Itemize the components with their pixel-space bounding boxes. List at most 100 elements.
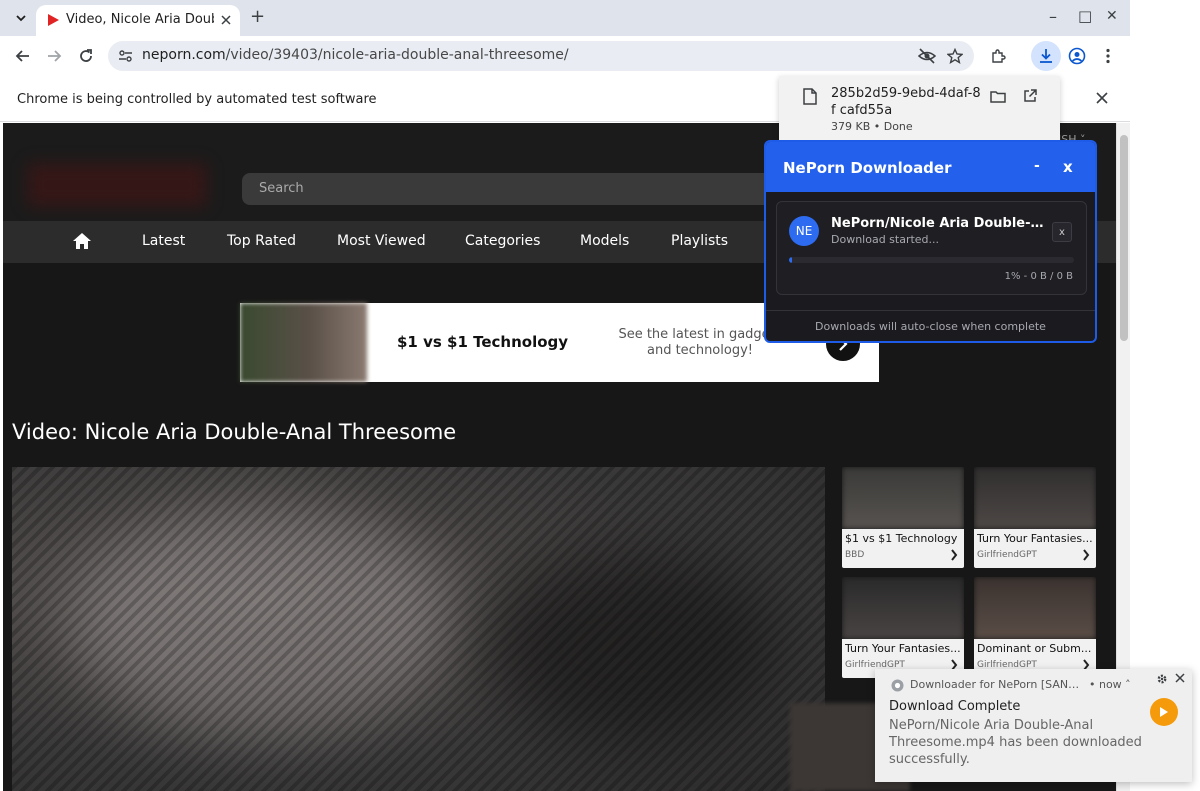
open-external-icon[interactable] bbox=[1023, 89, 1037, 103]
divider bbox=[766, 310, 1095, 311]
url-path: /video/39403/nicole-aria-double-anal-thr… bbox=[225, 47, 569, 63]
tab-strip: Video, Nicole Aria Double-Anal Threesome… bbox=[0, 0, 1132, 36]
related-title: Turn Your Fantasies... bbox=[977, 532, 1093, 545]
tab-search-button[interactable] bbox=[8, 6, 34, 30]
reload-icon bbox=[80, 49, 92, 62]
related-video-card[interactable]: Dominant or Subm... GirlfriendGPT bbox=[974, 577, 1096, 678]
related-caption: Turn Your Fantasies... GirlfriendGPT bbox=[974, 529, 1096, 568]
downloads-button[interactable] bbox=[1031, 41, 1061, 71]
related-caption: $1 vs $1 Technology BBD bbox=[842, 529, 964, 568]
account-circle-icon bbox=[1068, 47, 1086, 65]
notification-body: NePorn/Nicole Aria Double-Anal Threesome… bbox=[889, 718, 1142, 767]
related-title: $1 vs $1 Technology bbox=[845, 532, 958, 545]
download-filename[interactable]: 285b2d59-9ebd-4daf-8f cafd55a bbox=[831, 85, 981, 119]
page-title: Video: Nicole Aria Double-Anal Threesome bbox=[12, 420, 457, 444]
notification-title: Download Complete bbox=[889, 699, 1021, 714]
nav-models[interactable]: Models bbox=[580, 233, 629, 249]
tab-title: Video, Nicole Aria Double-Anal Threesome bbox=[66, 12, 214, 27]
related-video-card[interactable]: Turn Your Fantasies... GirlfriendGPT bbox=[974, 467, 1096, 568]
home-icon[interactable] bbox=[72, 232, 92, 250]
gear-icon[interactable] bbox=[1156, 673, 1168, 685]
folder-icon[interactable] bbox=[990, 90, 1006, 103]
progress-text: 1% - 0 B / 0 B bbox=[1004, 271, 1073, 282]
minimize-window-button[interactable]: – bbox=[1049, 7, 1057, 26]
desktop-notification[interactable]: Downloader for NePorn [SANDBOXED] • now … bbox=[875, 669, 1192, 782]
tab-active[interactable]: Video, Nicole Aria Double-Anal Threesome bbox=[36, 5, 240, 36]
close-icon[interactable] bbox=[1175, 673, 1185, 683]
search-placeholder: Search bbox=[259, 181, 304, 196]
nav-latest[interactable]: Latest bbox=[142, 233, 185, 249]
related-thumbnail bbox=[974, 467, 1096, 529]
maximize-window-button[interactable]: □ bbox=[1078, 7, 1092, 25]
site-logo[interactable] bbox=[27, 163, 207, 207]
url-host: neporn.com bbox=[142, 47, 226, 63]
downloader-popup: NePorn Downloader - x NE NePorn/Nicole A… bbox=[764, 140, 1097, 343]
popup-footer-note: Downloads will auto-close when complete bbox=[815, 320, 1046, 333]
related-title: Turn Your Fantasies... bbox=[845, 642, 961, 655]
related-thumbnail bbox=[974, 577, 1096, 639]
related-source: GirlfriendGPT bbox=[977, 550, 1037, 560]
ad-description: See the latest in gadgets and technology… bbox=[618, 327, 782, 358]
puzzle-icon bbox=[992, 49, 1006, 63]
arrow-left-icon bbox=[15, 50, 29, 62]
progress-bar-fill bbox=[789, 257, 792, 263]
infobar-close-button[interactable] bbox=[1096, 92, 1112, 108]
nav-playlists[interactable]: Playlists bbox=[671, 233, 728, 249]
notification-app-icon bbox=[1150, 698, 1178, 726]
ad-title: $1 vs $1 Technology bbox=[397, 333, 569, 351]
close-window-button[interactable]: ✕ bbox=[1106, 8, 1118, 24]
infobar-message: Chrome is being controlled by automated … bbox=[17, 92, 377, 107]
video-player[interactable] bbox=[12, 467, 825, 791]
chrome-icon bbox=[891, 679, 904, 692]
forward-button[interactable] bbox=[40, 42, 68, 70]
close-icon bbox=[1096, 92, 1108, 104]
download-icon bbox=[1040, 49, 1052, 63]
search-input[interactable]: Search bbox=[242, 173, 802, 205]
address-bar[interactable]: neporn.com/video/39403/nicole-aria-doubl… bbox=[108, 41, 974, 71]
related-video-card[interactable]: $1 vs $1 Technology BBD bbox=[842, 467, 964, 568]
related-thumbnail bbox=[842, 577, 964, 639]
new-tab-button[interactable]: + bbox=[250, 6, 265, 27]
avatar: NE bbox=[789, 216, 819, 246]
scrollbar-thumb[interactable] bbox=[1120, 135, 1128, 341]
bookmark-star-icon[interactable] bbox=[947, 48, 963, 64]
related-thumbnail bbox=[842, 467, 964, 529]
back-button[interactable] bbox=[9, 42, 37, 70]
close-icon bbox=[221, 15, 231, 25]
cancel-download-button[interactable]: x bbox=[1052, 222, 1072, 242]
site-favicon-icon bbox=[48, 14, 59, 26]
extensions-button[interactable] bbox=[984, 42, 1012, 70]
site-info-icon[interactable] bbox=[118, 49, 133, 63]
nav-categories[interactable]: Categories bbox=[465, 233, 540, 249]
reload-button[interactable] bbox=[72, 42, 100, 70]
popup-minimize-button[interactable]: - bbox=[1034, 158, 1040, 174]
related-source: BBD bbox=[845, 550, 865, 560]
video-overlay bbox=[12, 467, 825, 791]
notification-time[interactable]: • now ˄ bbox=[1089, 678, 1131, 691]
chevron-right-icon bbox=[951, 549, 958, 561]
play-icon bbox=[1160, 707, 1168, 717]
notification-source: Downloader for NePorn [SANDBOXED] bbox=[910, 678, 1085, 691]
popup-header: NePorn Downloader - x bbox=[766, 142, 1095, 192]
chevron-right-icon bbox=[1083, 549, 1090, 561]
download-item-status: Download started... bbox=[831, 233, 940, 246]
related-video-card[interactable]: Turn Your Fantasies... GirlfriendGPT bbox=[842, 577, 964, 678]
eye-slash-icon[interactable] bbox=[918, 48, 936, 64]
download-item: NE NePorn/Nicole Aria Double-Anal Threes… bbox=[776, 201, 1087, 295]
progress-bar bbox=[789, 257, 1074, 263]
tab-close-button[interactable] bbox=[218, 12, 234, 28]
popup-title: NePorn Downloader bbox=[783, 159, 952, 177]
popup-close-button[interactable]: x bbox=[1063, 158, 1073, 176]
download-bubble: 285b2d59-9ebd-4daf-8f cafd55a 379 KB • D… bbox=[779, 76, 1060, 142]
chevron-down-icon bbox=[16, 15, 26, 22]
browser-toolbar: neporn.com/video/39403/nicole-aria-doubl… bbox=[0, 36, 1132, 76]
arrow-right-icon bbox=[48, 50, 62, 62]
download-item-title: NePorn/Nicole Aria Double-Anal Threesome bbox=[831, 216, 1053, 231]
nav-most-viewed[interactable]: Most Viewed bbox=[337, 233, 426, 249]
file-icon bbox=[803, 88, 817, 105]
more-vertical-icon bbox=[1106, 48, 1110, 64]
ad-thumbnail bbox=[240, 303, 367, 382]
nav-top-rated[interactable]: Top Rated bbox=[227, 233, 296, 249]
chrome-menu-button[interactable] bbox=[1094, 42, 1122, 70]
profile-button[interactable] bbox=[1063, 42, 1091, 70]
